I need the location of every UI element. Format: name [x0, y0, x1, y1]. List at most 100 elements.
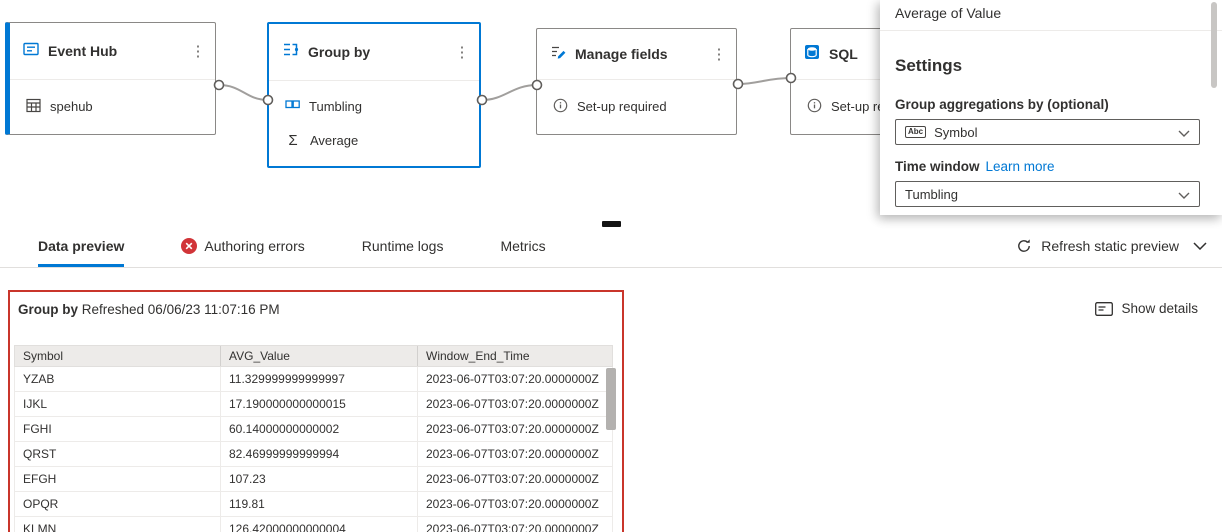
- table-cell: IJKL: [15, 392, 221, 416]
- node-title: Event Hub: [48, 43, 118, 59]
- node-menu-icon[interactable]: ⋮: [189, 42, 207, 60]
- node-items: Tumbling Σ Average: [269, 81, 479, 165]
- time-window-label: Time window: [895, 159, 980, 174]
- tab-data-preview[interactable]: Data preview: [38, 224, 125, 267]
- table-cell: 2023-06-07T03:07:20.0000000Z: [426, 372, 599, 386]
- text-field-type-icon: Abc: [905, 126, 927, 138]
- tab-runtime-logs[interactable]: Runtime logs: [362, 224, 444, 267]
- table-cell: QRST: [15, 442, 221, 466]
- preview-tabbar: Data preview Authoring errors Runtime lo…: [0, 224, 1222, 268]
- preview-title: Group by Refreshed 06/06/23 11:07:16 PM: [18, 302, 280, 317]
- preview-node-name: Group by: [18, 302, 78, 317]
- node-header: Manage fields ⋮: [537, 29, 736, 80]
- node-items: Set-up required: [537, 80, 736, 133]
- column-header-window_end_time[interactable]: Window_End_Time: [418, 346, 612, 366]
- node-header: Event Hub ⋮: [10, 23, 215, 80]
- preview-table: Symbol AVG_Value Window_End_Time YZAB 11.32…: [14, 345, 613, 532]
- node-items: spehub: [10, 80, 215, 133]
- table-row[interactable]: EFGH 107.23 2023-06-07T03:07:20.0000000Z: [14, 467, 613, 492]
- learn-more-link[interactable]: Learn more: [986, 159, 1055, 174]
- collapse-panel-chevron-icon[interactable]: [1193, 241, 1207, 250]
- table-scrollbar-thumb[interactable]: [606, 368, 616, 430]
- time-window-dropdown[interactable]: Tumbling: [895, 181, 1200, 207]
- table-cell: 82.46999999999994: [221, 442, 418, 466]
- node-item-label: Set-up required: [577, 99, 667, 114]
- panel-title: Average of Value: [895, 5, 1002, 21]
- node-item[interactable]: Set-up required: [537, 90, 736, 124]
- sql-database-icon: [804, 44, 820, 65]
- table-cell: KLMN: [15, 517, 221, 532]
- table-cell: 11.329999999999997: [221, 367, 418, 391]
- node-menu-icon[interactable]: ⋮: [710, 45, 728, 63]
- node-title: Group by: [308, 44, 371, 60]
- table-row[interactable]: YZAB 11.329999999999997 2023-06-07T03:07:2…: [14, 367, 613, 392]
- table-cell: 107.23: [221, 467, 418, 491]
- dropdown-value: Symbol: [934, 124, 978, 140]
- tumbling-window-icon: [285, 98, 300, 114]
- info-icon: [807, 98, 822, 116]
- table-icon: [26, 98, 41, 116]
- table-header-row: Symbol AVG_Value Window_End_Time: [14, 345, 613, 367]
- node-item-label: spehub: [50, 99, 93, 114]
- show-details-icon: [1095, 301, 1114, 316]
- group-aggregations-dropdown[interactable]: Abc Symbol: [895, 119, 1200, 145]
- tab-label: Metrics: [500, 237, 546, 254]
- node-item-label: Tumbling: [309, 98, 362, 114]
- sigma-icon: Σ: [288, 131, 298, 149]
- node-event-hub[interactable]: Event Hub ⋮ spehub: [5, 22, 216, 135]
- dropdown-value: Tumbling: [905, 186, 958, 202]
- table-row[interactable]: OPQR 119.81 2023-06-07T03:07:20.0000000Z: [14, 492, 613, 517]
- node-group-by[interactable]: Group by ⋮ Tumbling Σ Average: [267, 22, 481, 168]
- info-icon: [553, 98, 568, 116]
- show-details-button[interactable]: Show details: [1095, 301, 1198, 316]
- table-row[interactable]: QRST 82.46999999999994 2023-06-07T03:07:20…: [14, 442, 613, 467]
- connector-line: [737, 77, 792, 85]
- preview-refreshed-text: Refreshed 06/06/23 11:07:16 PM: [81, 302, 280, 317]
- table-cell: 2023-06-07T03:07:20.0000000Z: [426, 447, 599, 461]
- app-root: Event Hub ⋮ spehub Group by ⋮ Tumbling Σ…: [0, 0, 1222, 532]
- column-header-avg_value[interactable]: AVG_Value: [221, 346, 418, 366]
- table-row[interactable]: IJKL 17.190000000000015 2023-06-07T03:07:2…: [14, 392, 613, 417]
- table-cell: 2023-06-07T03:07:20.0000000Z: [426, 422, 599, 436]
- node-item[interactable]: spehub: [10, 90, 215, 124]
- tab-label: Authoring errors: [204, 237, 305, 254]
- divider: [880, 30, 1222, 31]
- node-title: Manage fields: [575, 46, 668, 62]
- chevron-down-icon: [1178, 187, 1190, 202]
- refresh-static-preview-button[interactable]: Refresh static preview: [1016, 238, 1179, 254]
- error-icon: [181, 237, 198, 254]
- refresh-label: Refresh static preview: [1041, 237, 1179, 254]
- manage-fields-icon: [550, 44, 566, 65]
- connector-line: [218, 84, 269, 101]
- tab-authoring-errors[interactable]: Authoring errors: [181, 224, 305, 267]
- settings-panel: Average of Value Settings Group aggregat…: [880, 0, 1222, 215]
- table-cell: EFGH: [15, 467, 221, 491]
- table-cell: 2023-06-07T03:07:20.0000000Z: [426, 472, 599, 486]
- node-header: Group by ⋮: [269, 24, 479, 81]
- table-cell: 17.190000000000015: [221, 392, 418, 416]
- table-cell: 2023-06-07T03:07:20.0000000Z: [426, 397, 599, 411]
- group-aggregations-label: Group aggregations by (optional): [895, 97, 1109, 112]
- event-hub-icon: [23, 41, 39, 62]
- column-header-symbol[interactable]: Symbol: [15, 346, 221, 366]
- connector-line: [481, 84, 538, 101]
- table-cell: 126.42000000000004: [221, 517, 418, 532]
- panel-scrollbar[interactable]: [1211, 2, 1217, 88]
- table-row[interactable]: KLMN 126.42000000000004 2023-06-07T03:07:2…: [14, 517, 613, 532]
- table-cell: FGHI: [15, 417, 221, 441]
- tab-label: Runtime logs: [361, 237, 444, 254]
- node-item[interactable]: Σ Average: [269, 123, 479, 157]
- tab-label: Data preview: [38, 237, 125, 254]
- node-menu-icon[interactable]: ⋮: [453, 43, 471, 61]
- show-details-label: Show details: [1121, 301, 1198, 316]
- node-item-label: Average: [310, 132, 359, 148]
- table-cell: YZAB: [15, 367, 221, 391]
- table-cell: 2023-06-07T03:07:20.0000000Z: [426, 497, 599, 511]
- node-manage-fields[interactable]: Manage fields ⋮ Set-up required: [536, 28, 737, 135]
- table-cell: OPQR: [15, 492, 221, 516]
- table-row[interactable]: FGHI 60.14000000000002 2023-06-07T03:07:20…: [14, 417, 613, 442]
- node-item[interactable]: Tumbling: [269, 89, 479, 123]
- table-cell: 119.81: [221, 492, 418, 516]
- splitter-handle[interactable]: [602, 221, 621, 227]
- tab-metrics[interactable]: Metrics: [500, 224, 545, 267]
